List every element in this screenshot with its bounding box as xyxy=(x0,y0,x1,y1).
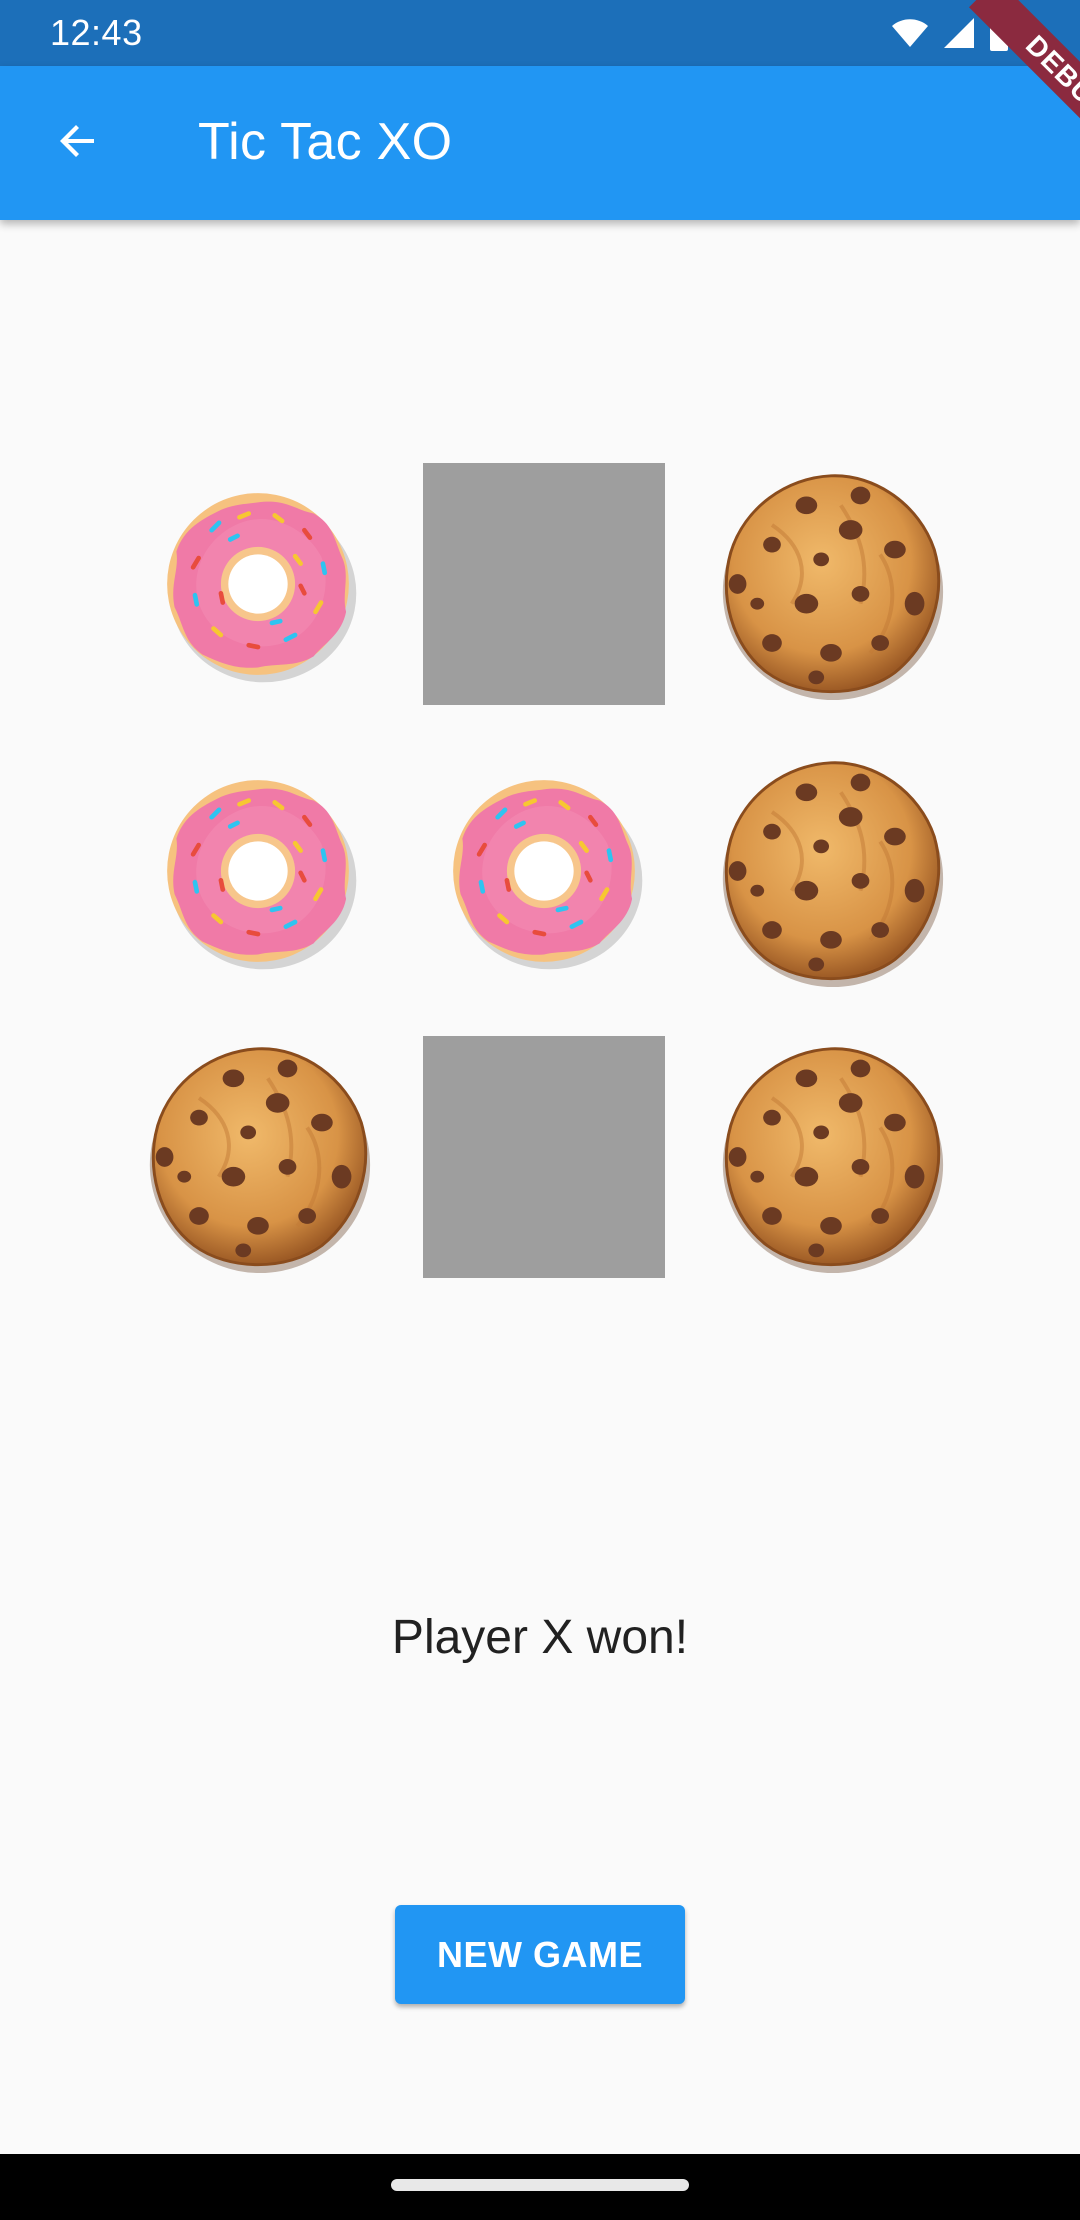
donut-icon xyxy=(156,769,360,973)
new-game-button[interactable]: NEW GAME xyxy=(395,1905,685,2004)
board-cell-0-0[interactable] xyxy=(130,456,386,712)
board-cell-1-1[interactable] xyxy=(416,743,672,999)
status-time: 12:43 xyxy=(50,12,143,53)
status-bar: 12:43 xyxy=(0,0,1080,66)
battery-icon xyxy=(990,15,1008,51)
board-cell-2-0[interactable] xyxy=(130,1029,386,1285)
signal-icon xyxy=(944,18,974,48)
board-cell-1-2[interactable] xyxy=(703,743,959,999)
board-cell-0-1[interactable] xyxy=(416,456,672,712)
status-icons xyxy=(890,14,1010,52)
board-cell-2-1[interactable] xyxy=(416,1029,672,1285)
arrow-back-icon xyxy=(60,125,94,157)
board-cell-2-2[interactable] xyxy=(703,1029,959,1285)
empty-tile xyxy=(423,1036,665,1278)
cookie-icon xyxy=(713,753,949,989)
wifi-icon xyxy=(892,19,928,47)
home-handle[interactable] xyxy=(391,2179,689,2191)
navigation-bar xyxy=(0,2154,1080,2220)
board-cell-0-2[interactable] xyxy=(703,456,959,712)
app-title: Tic Tac XO xyxy=(198,113,453,171)
donut-icon xyxy=(156,482,360,686)
cookie-icon xyxy=(713,1039,949,1275)
board-cell-1-0[interactable] xyxy=(130,743,386,999)
cookie-icon xyxy=(140,1039,376,1275)
game-board xyxy=(130,456,950,1286)
cookie-icon xyxy=(713,466,949,702)
empty-tile xyxy=(423,463,665,705)
donut-icon xyxy=(442,769,646,973)
screen: 12:43 DEBUG Tic Tac XO Player X won! NEW… xyxy=(0,0,1080,2220)
status-message: Player X won! xyxy=(391,1611,689,1664)
back-button[interactable] xyxy=(38,101,118,181)
app-bar: Tic Tac XO xyxy=(0,66,1080,220)
